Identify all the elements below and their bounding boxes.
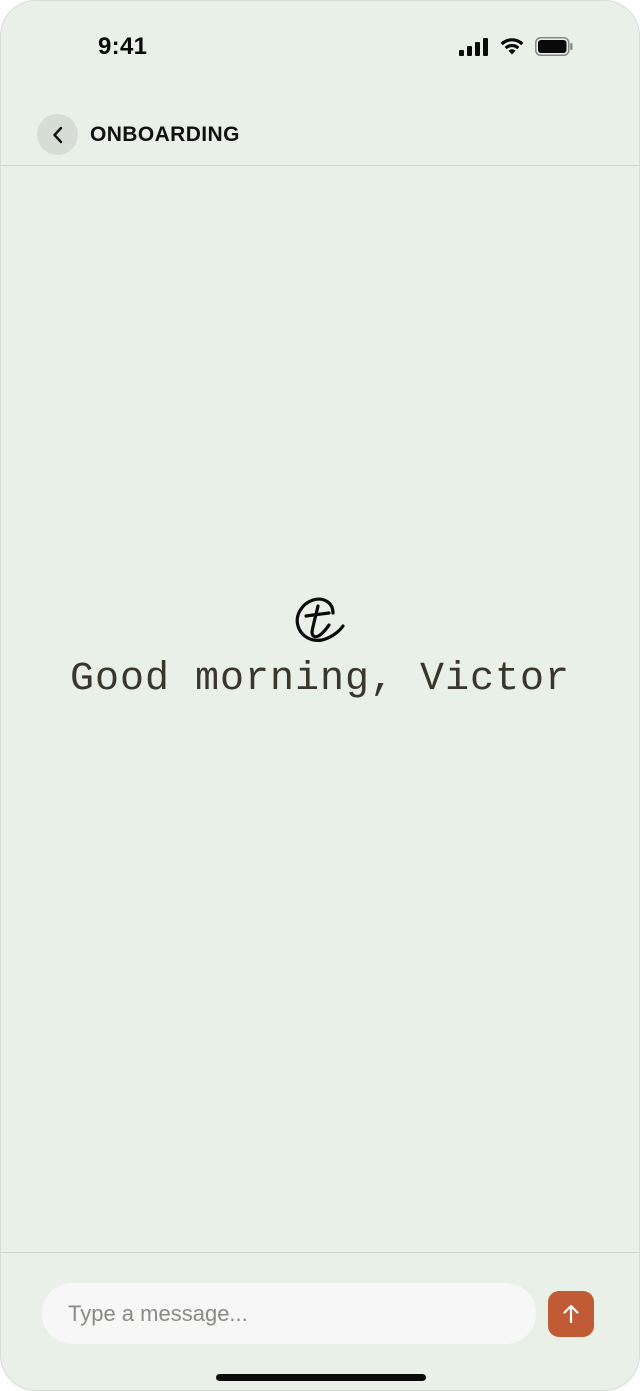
back-button[interactable]: [37, 114, 78, 155]
send-button[interactable]: [548, 1291, 594, 1337]
brand-logo-icon: [295, 597, 345, 642]
header-bar: ONBOARDING: [1, 111, 639, 166]
greeting-text: Good morning, Victor: [69, 657, 571, 702]
battery-icon: [535, 37, 573, 56]
status-time: 9:41: [98, 33, 148, 60]
arrow-up-icon: [563, 1304, 579, 1324]
greeting-section: Good morning, Victor: [1, 591, 639, 702]
chevron-left-icon: [52, 126, 62, 143]
message-composer: [1, 1252, 639, 1390]
message-input[interactable]: [42, 1283, 536, 1344]
status-bar: 9:41: [1, 1, 639, 93]
status-icons: [459, 37, 573, 56]
home-indicator: [216, 1374, 426, 1381]
wifi-icon: [500, 38, 524, 55]
cellular-signal-icon: [459, 37, 488, 56]
phone-screen: 9:41 ONBOARDING Good morning, Victor Typ…: [0, 0, 640, 1391]
page-title: ONBOARDING: [90, 123, 240, 146]
